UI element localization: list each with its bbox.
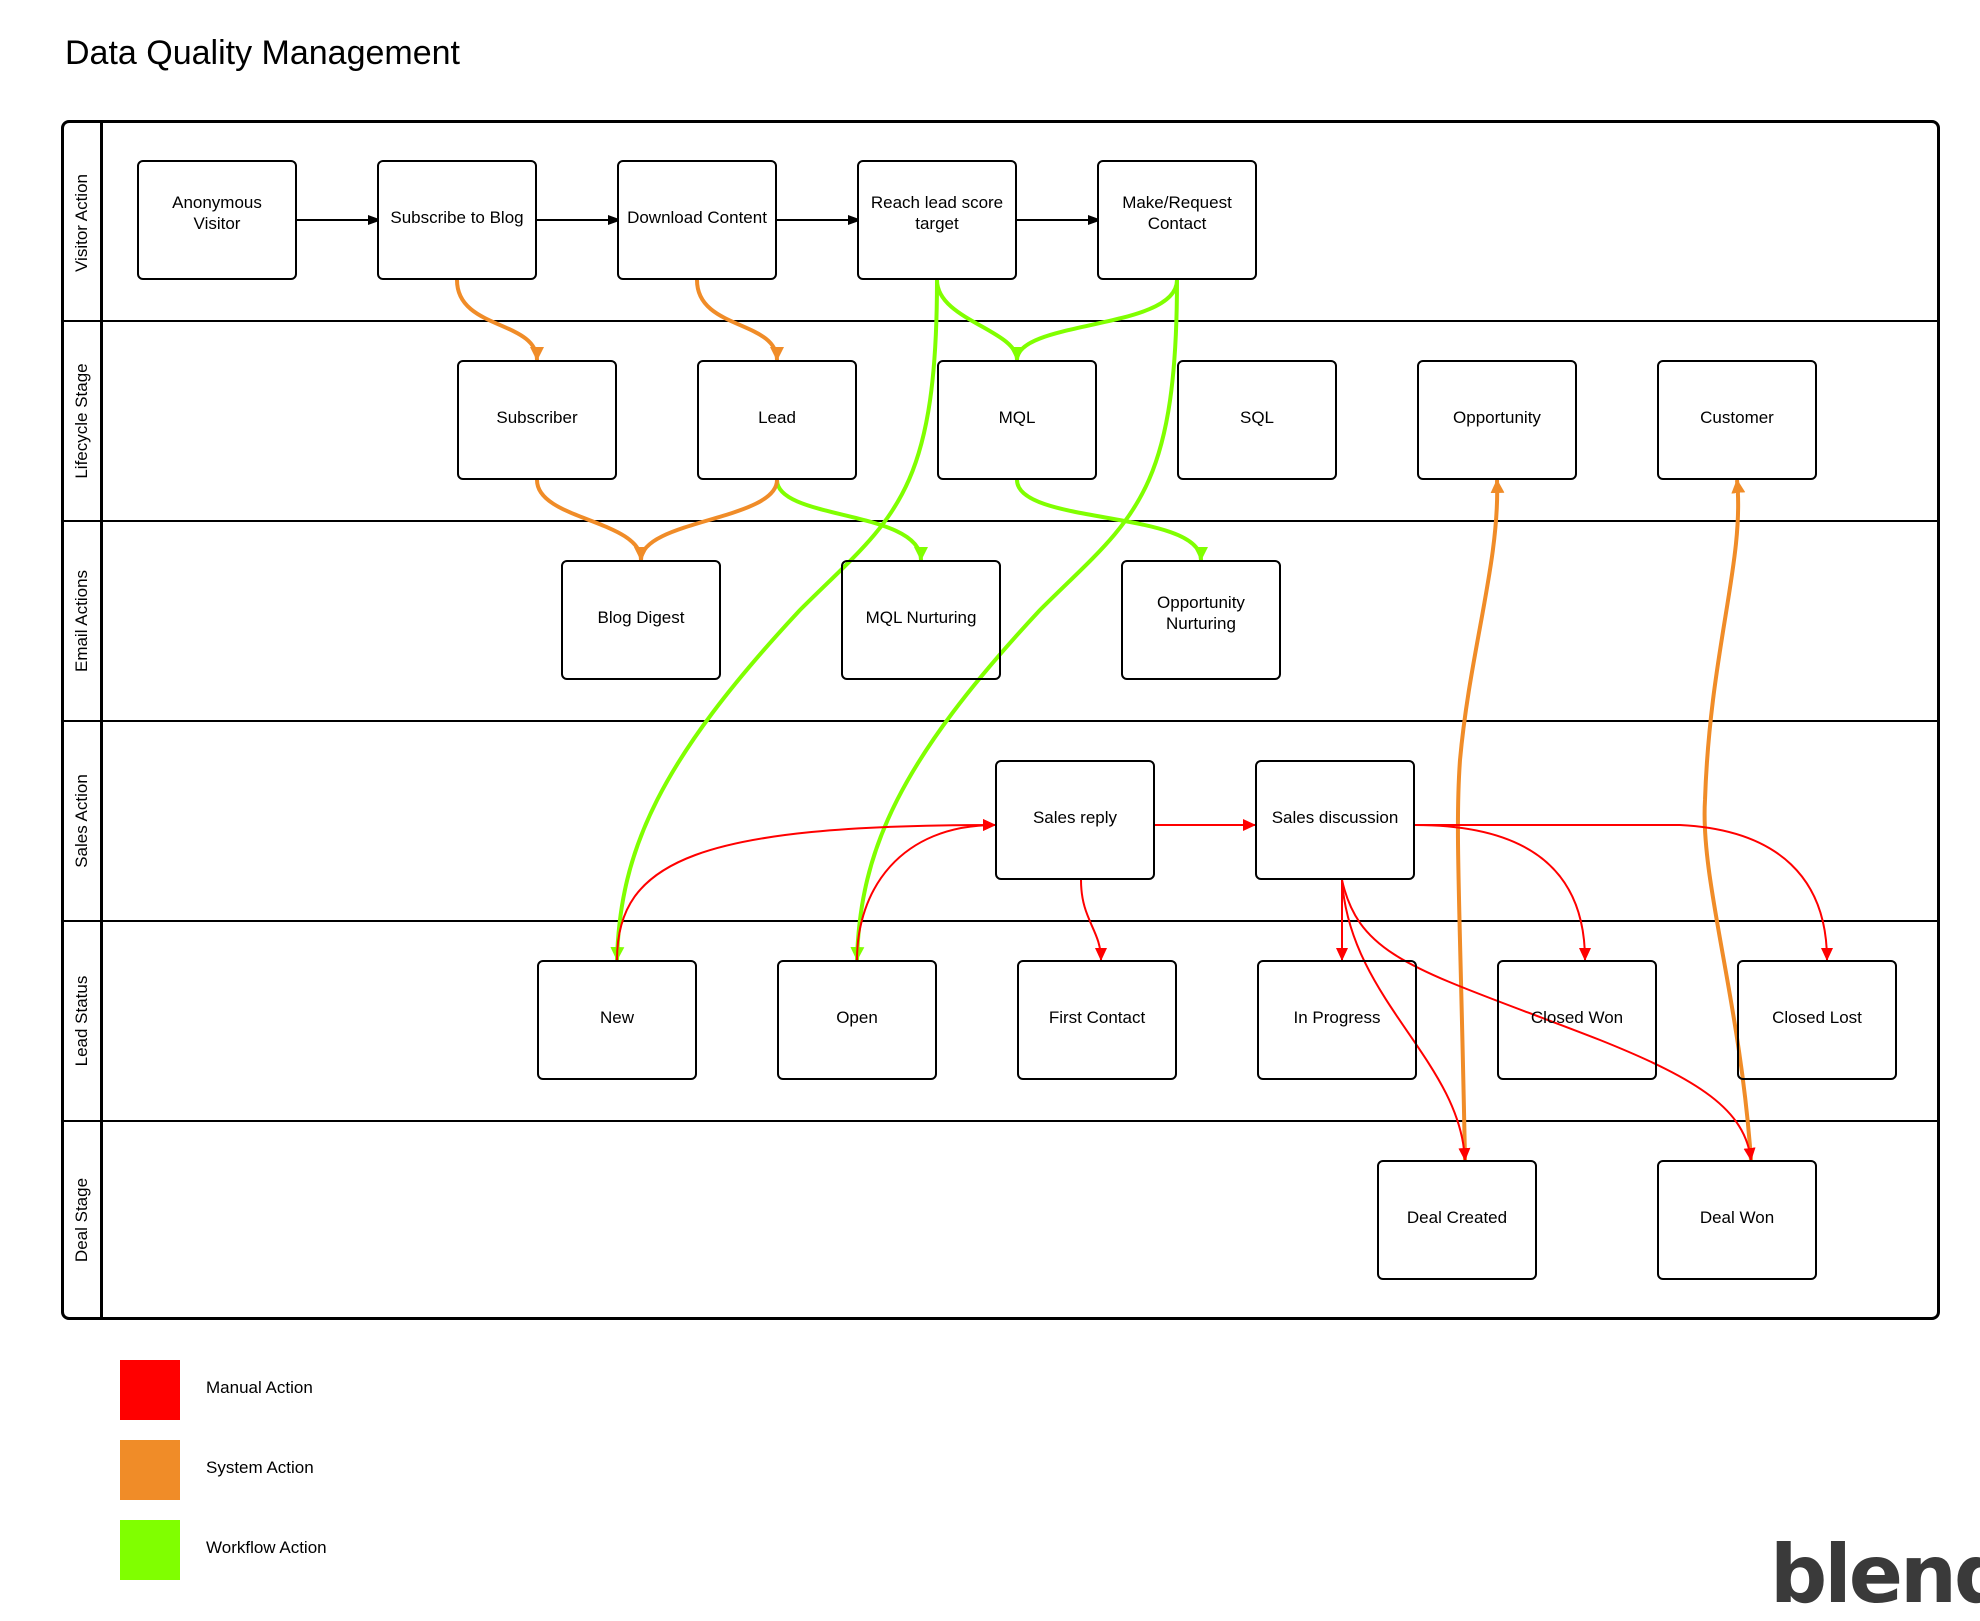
- node-opportunity-nurturing[interactable]: Opportunity Nurturing: [1121, 560, 1281, 680]
- node-subscriber[interactable]: Subscriber: [457, 360, 617, 480]
- node-label: Deal Created: [1406, 1207, 1508, 1227]
- node-label: Subscriber: [496, 407, 578, 427]
- node-first-contact[interactable]: First Contact: [1017, 960, 1177, 1080]
- lane-header: Email Actions: [64, 522, 103, 720]
- lane-label: Lifecycle Stage: [72, 363, 91, 479]
- node-opportunity[interactable]: Opportunity: [1417, 360, 1577, 480]
- lane-header: Deal Stage: [64, 1122, 103, 1317]
- blend-logo: blend®: [1770, 1535, 1980, 1615]
- brand-name: blend: [1770, 1528, 1980, 1621]
- node-label: Subscribe to Blog: [390, 207, 524, 227]
- node-label: Blog Digest: [597, 607, 685, 627]
- node-anonymous-visitor[interactable]: Anonymous Visitor: [137, 160, 297, 280]
- node-label: Customer: [1700, 407, 1774, 427]
- node-label: Anonymous Visitor: [172, 193, 262, 233]
- node-label: Closed Lost: [1772, 1007, 1862, 1027]
- node-sql[interactable]: SQL: [1177, 360, 1337, 480]
- node-label: Opportunity: [1453, 407, 1541, 427]
- lane-label: Deal Stage: [72, 1177, 91, 1262]
- node-label: Download Content: [627, 207, 767, 227]
- node-customer[interactable]: Customer: [1657, 360, 1817, 480]
- node-label: In Progress: [1293, 1007, 1381, 1027]
- legend-swatch-workflow: [120, 1520, 180, 1580]
- node-mql[interactable]: MQL: [937, 360, 1097, 480]
- swimlane-pool: Visitor Action Lifecycle Stage Email Act…: [61, 120, 1940, 1320]
- lane-label: Sales Action: [72, 774, 91, 868]
- node-closed-won[interactable]: Closed Won: [1497, 960, 1657, 1080]
- node-label: MQL: [998, 407, 1036, 427]
- node-label: Sales discussion: [1271, 807, 1399, 827]
- node-sales-reply[interactable]: Sales reply: [995, 760, 1155, 880]
- node-download-content[interactable]: Download Content: [617, 160, 777, 280]
- node-label: Reach lead score target: [870, 193, 1004, 233]
- legend-item-system: System Action: [120, 1440, 520, 1500]
- node-reach-lead-score-target[interactable]: Reach lead score target: [857, 160, 1017, 280]
- node-make-request-contact[interactable]: Make/Request Contact: [1097, 160, 1257, 280]
- node-lead[interactable]: Lead: [697, 360, 857, 480]
- legend-swatch-manual: [120, 1360, 180, 1420]
- node-label: SQL: [1239, 407, 1275, 427]
- node-label: Open: [836, 1007, 878, 1027]
- lane-header: Visitor Action: [64, 123, 103, 323]
- node-label: Closed Won: [1530, 1007, 1624, 1027]
- lane-label: Email Actions: [72, 569, 91, 673]
- lane-header: Lead Status: [64, 922, 103, 1120]
- lane-label: Visitor Action: [72, 174, 91, 272]
- legend-item-manual: Manual Action: [120, 1360, 520, 1420]
- node-label: Lead: [758, 407, 796, 427]
- node-label: First Contact: [1048, 1007, 1146, 1027]
- node-label: MQL Nurturing: [865, 607, 977, 627]
- node-in-progress[interactable]: In Progress: [1257, 960, 1417, 1080]
- node-blog-digest[interactable]: Blog Digest: [561, 560, 721, 680]
- node-label: Opportunity Nurturing: [1157, 593, 1245, 633]
- node-label: Make/Request Contact: [1122, 193, 1232, 233]
- node-sales-discussion[interactable]: Sales discussion: [1255, 760, 1415, 880]
- node-new[interactable]: New: [537, 960, 697, 1080]
- node-label: Deal Won: [1699, 1207, 1775, 1227]
- node-subscribe-to-blog[interactable]: Subscribe to Blog: [377, 160, 537, 280]
- page-title: Data Quality Management: [65, 34, 460, 72]
- legend-swatch-system: [120, 1440, 180, 1500]
- node-deal-won[interactable]: Deal Won: [1657, 1160, 1817, 1280]
- legend-item-workflow: Workflow Action: [120, 1520, 520, 1580]
- lane-header: Lifecycle Stage: [64, 322, 103, 520]
- node-label: Sales reply: [1032, 807, 1118, 827]
- node-mql-nurturing[interactable]: MQL Nurturing: [841, 560, 1001, 680]
- lane-header: Sales Action: [64, 722, 103, 920]
- node-open[interactable]: Open: [777, 960, 937, 1080]
- legend-label: Manual Action: [206, 1378, 313, 1397]
- node-deal-created[interactable]: Deal Created: [1377, 1160, 1537, 1280]
- legend-label: Workflow Action: [206, 1538, 327, 1557]
- node-closed-lost[interactable]: Closed Lost: [1737, 960, 1897, 1080]
- node-label: New: [599, 1007, 634, 1027]
- lane-label: Lead Status: [72, 975, 91, 1067]
- legend-label: System Action: [206, 1458, 314, 1477]
